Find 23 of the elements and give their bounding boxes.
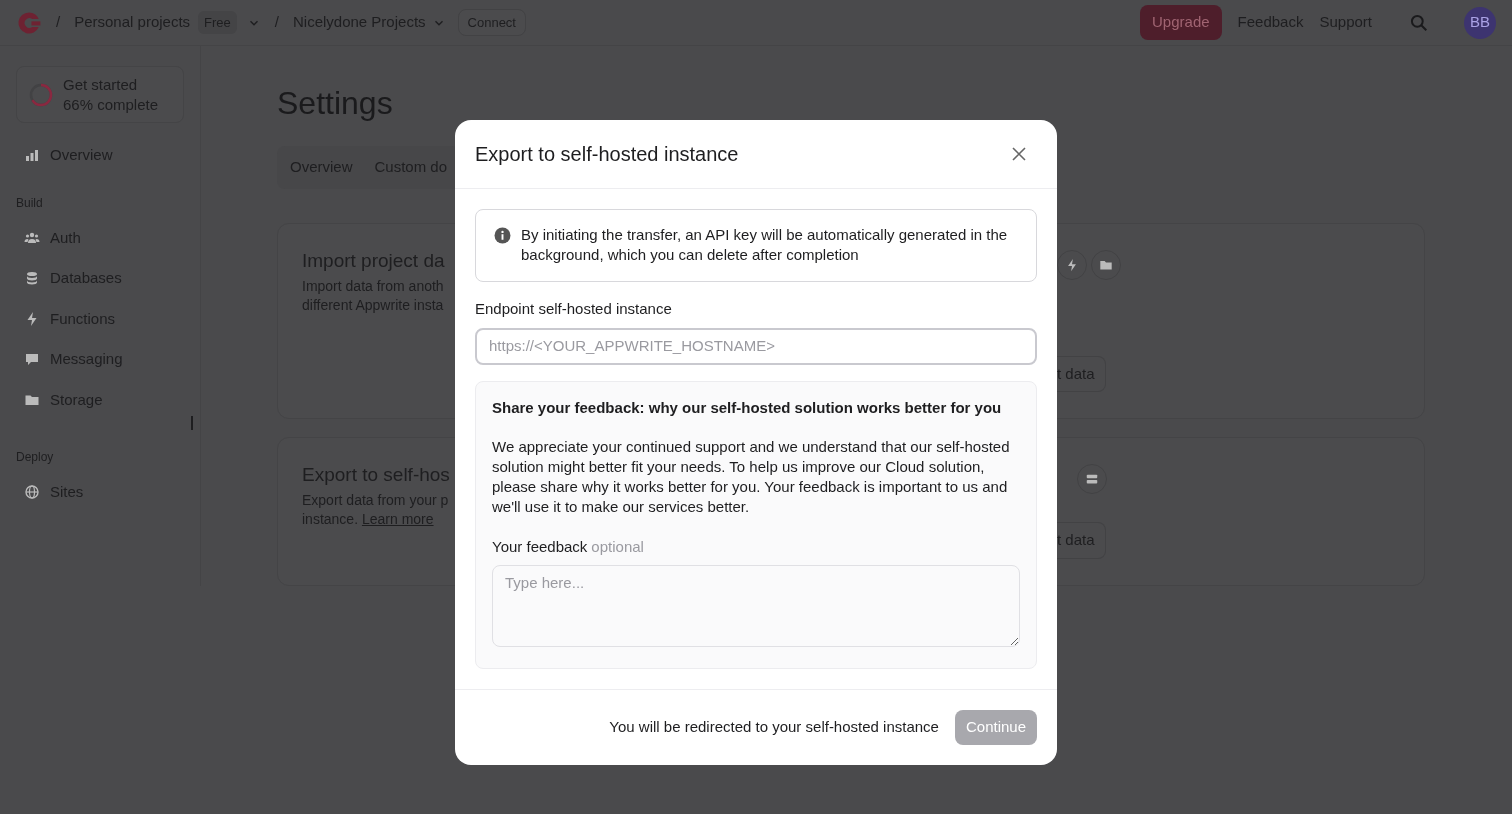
search-icon[interactable] — [1410, 13, 1428, 32]
close-icon[interactable] — [1011, 146, 1027, 162]
lightning-icon — [1065, 257, 1079, 272]
breadcrumb-separator: / — [56, 12, 61, 33]
chat-icon — [24, 351, 40, 368]
field-label: Your feedback — [492, 537, 588, 558]
feedback-heading: Share your feedback: why our self-hosted solution works better for you — [492, 397, 1003, 418]
bar-chart-icon — [24, 147, 40, 164]
redirect-note: You will be redirected to your self-hosted instance — [609, 717, 939, 738]
optional-hint: optional — [591, 537, 644, 558]
globe-icon — [24, 484, 40, 501]
feedback-text: We appreciate your continued support and we understand that our self-hosted solution might better fit your needs. To help us improve our Cloud solution, please share why it works better for you. Your feedback is important to us and we'll use it to make our services better. — [492, 437, 1011, 518]
endpoint-input[interactable]: https://<YOUR_APPWRITE_HOSTNAME> — [475, 328, 1037, 365]
feedback-textarea[interactable]: Type here... — [492, 565, 1020, 648]
modal-title: Export to self-hosted instance — [475, 142, 739, 166]
upgrade-button[interactable]: Upgrade — [1140, 5, 1222, 40]
database-icon — [24, 270, 40, 287]
avatar[interactable]: BB — [1464, 6, 1496, 39]
field-label: Endpoint self-hosted instance — [475, 298, 673, 319]
breadcrumb-separator: / — [274, 12, 279, 33]
info-icon — [494, 227, 511, 244]
alert-text: By initiating the transfer, an API key will be automatically generated in the background, which you can delete after completion — [521, 225, 1009, 266]
resize-handle[interactable] — [191, 416, 193, 430]
